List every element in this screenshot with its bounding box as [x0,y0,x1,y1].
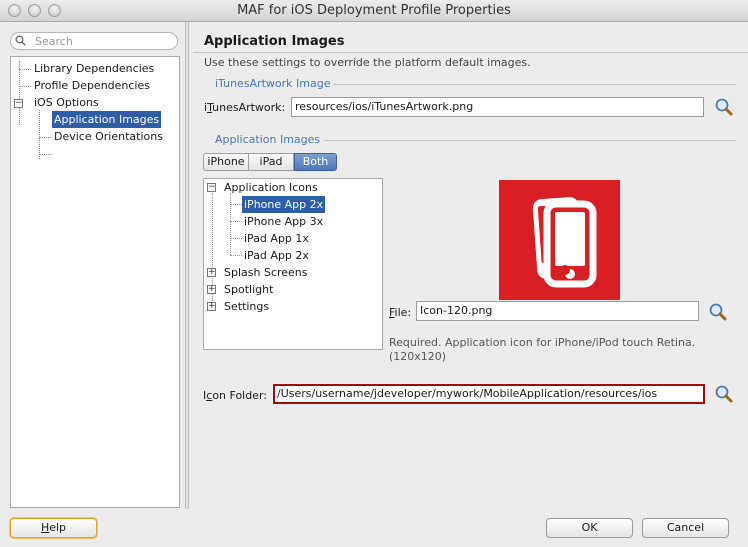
search-icon [15,35,26,46]
tree-application-icons[interactable]: Application Icons [222,179,320,196]
sidebar: Search Library Dependencies Profile Depe… [0,22,186,509]
tree-ipad-app-1x[interactable]: iPad App 1x [242,230,311,247]
dialog-footer: Help OK Cancel [0,509,748,547]
magnifier-browse-icon[interactable] [708,302,728,322]
search-placeholder: Search [35,35,73,48]
itunes-label: iTunesArtwork: [204,101,286,114]
icon-requirement-note: Required. Application icon for iPhone/iP… [389,336,696,363]
file-field[interactable]: Icon-120.png [416,301,699,321]
image-type-tree: − Application Icons iPhone App 2x iPhone… [203,178,383,350]
expand-icon[interactable]: + [207,285,216,294]
page-description: Use these settings to override the platf… [204,56,531,69]
images-section-rule [324,140,736,141]
title-divider [193,52,748,53]
file-label: File: [389,306,412,319]
sidebar-item-device-orientations[interactable]: Device Orientations [52,128,165,145]
tree-spotlight[interactable]: Spotlight [222,281,275,298]
itunes-section-rule [333,84,736,85]
images-section-header: Application Images [215,133,321,146]
magnifier-browse-icon[interactable] [714,97,734,117]
cancel-button[interactable]: Cancel [642,518,729,538]
collapse-icon[interactable]: − [14,99,23,108]
collapse-icon[interactable]: − [207,183,216,192]
magnifier-browse-icon[interactable] [714,384,734,404]
tab-ipad[interactable]: iPad [249,153,294,171]
expand-icon[interactable]: + [207,302,216,311]
tree-settings[interactable]: Settings [222,298,271,315]
window-title: MAF for iOS Deployment Profile Propertie… [237,3,511,18]
sidebar-item-profile-dependencies[interactable]: Profile Dependencies [32,77,152,94]
tab-iphone[interactable]: iPhone [203,153,249,171]
itunes-section-header: iTunesArtwork Image [215,77,331,90]
panel-splitter[interactable] [185,22,189,509]
tree-splash-screens[interactable]: Splash Screens [222,264,310,281]
expand-icon[interactable]: + [207,268,216,277]
help-button[interactable]: Help [10,518,97,538]
itunes-artwork-field[interactable]: resources/ios/iTunesArtwork.png [291,97,704,117]
icon-folder-label: Icon Folder: [203,389,268,402]
tree-iphone-app-3x[interactable]: iPhone App 3x [242,213,325,230]
icon-preview [499,180,620,300]
title-bar: MAF for iOS Deployment Profile Propertie… [0,0,748,22]
sidebar-item-library-dependencies[interactable]: Library Dependencies [32,60,156,77]
tree-iphone-app-2x[interactable]: iPhone App 2x [242,196,326,213]
tree-ipad-app-2x[interactable]: iPad App 2x [242,247,311,264]
main-content: Application Images Use these settings to… [193,22,748,509]
tab-both[interactable]: Both [294,153,337,171]
icon-folder-field[interactable]: /Users/username/jdeveloper/mywork/Mobile… [273,384,705,404]
search-input[interactable]: Search [10,32,178,50]
app-preview-icon [532,197,597,288]
settings-tree: Library Dependencies Profile Dependencie… [10,56,180,508]
sidebar-item-application-images[interactable]: Application Images [52,111,162,128]
page-title: Application Images [204,34,345,49]
sidebar-item-ios-options[interactable]: iOS Options [32,94,101,111]
ok-button[interactable]: OK [546,518,633,538]
